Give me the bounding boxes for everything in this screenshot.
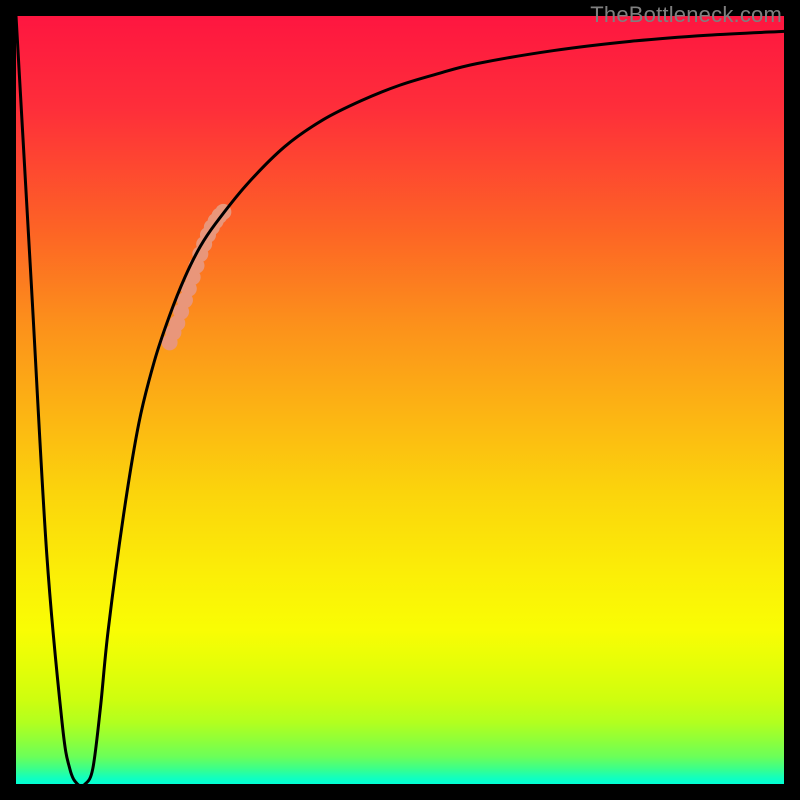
plot-area (16, 16, 784, 784)
chart-frame: TheBottleneck.com (0, 0, 800, 800)
watermark-text: TheBottleneck.com (590, 2, 782, 28)
curve-svg (16, 16, 784, 784)
highlight-segment (162, 204, 232, 351)
bottleneck-curve (16, 16, 784, 784)
